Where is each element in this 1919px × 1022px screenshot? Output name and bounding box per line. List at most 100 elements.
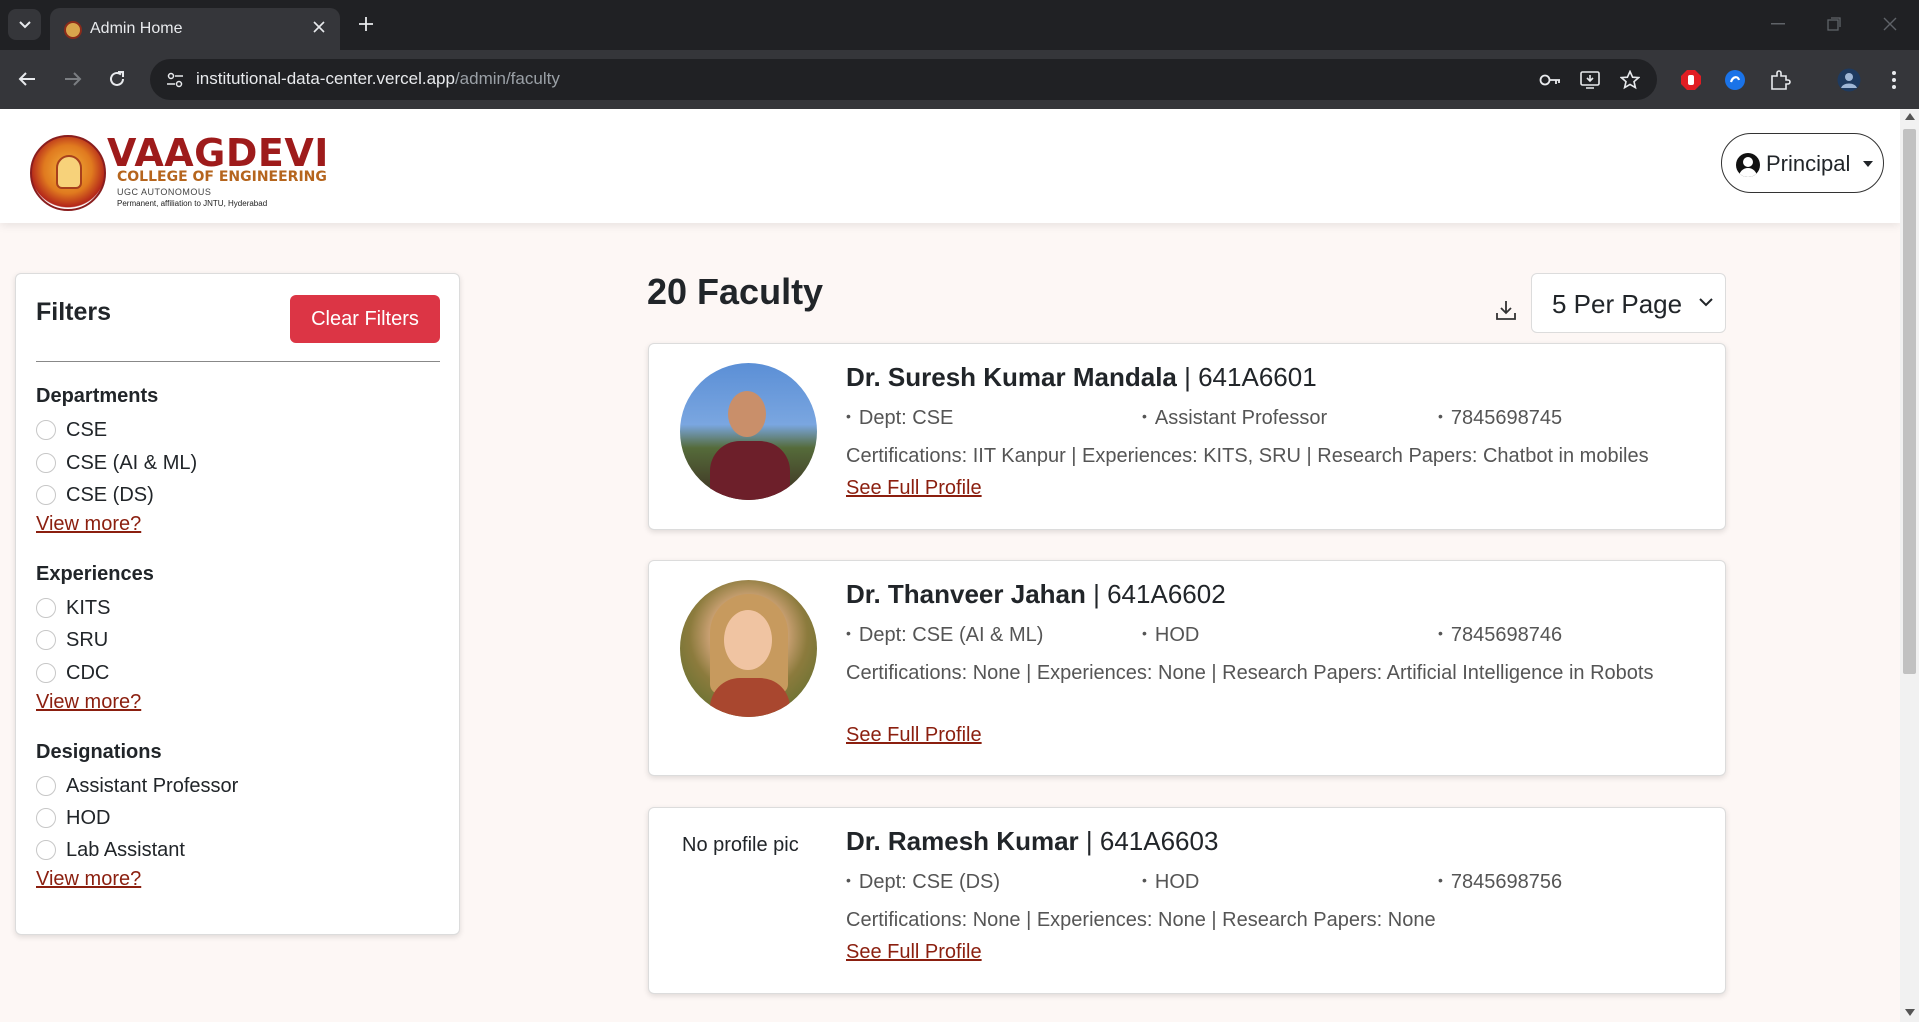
faculty-designation-text: HOD: [1154, 871, 1200, 893]
view-more-experiences-link[interactable]: View more?: [36, 691, 141, 714]
filter-group-title-designations: Designations: [36, 741, 162, 763]
faculty-name-line: Dr. Suresh Kumar Mandala | 641A6601: [846, 362, 1317, 393]
filter-option-assistant-professor[interactable]: Assistant Professor: [36, 773, 238, 799]
radio-button[interactable]: [36, 663, 56, 683]
reload-icon: [110, 71, 124, 86]
arrow-left-icon: [18, 72, 35, 86]
url-path: /admin/faculty: [454, 69, 560, 88]
radio-button[interactable]: [36, 420, 56, 440]
faculty-phone-text: 7845698745: [1450, 407, 1563, 429]
faculty-id: | 641A6601: [1176, 362, 1317, 392]
restore-window-button[interactable]: [1816, 10, 1852, 38]
key-icon: [1539, 74, 1560, 86]
site-favicon-icon: [64, 21, 82, 39]
radio-button[interactable]: [36, 598, 56, 618]
site-info-button[interactable]: [162, 68, 188, 92]
radio-button[interactable]: [36, 808, 56, 828]
install-app-button[interactable]: [1577, 68, 1603, 92]
faculty-id: | 641A6603: [1078, 826, 1219, 856]
filter-option-sru[interactable]: SRU: [36, 627, 108, 653]
puzzle-icon: [1771, 70, 1791, 90]
profile-avatar-button[interactable]: [1835, 66, 1863, 94]
clear-filters-button[interactable]: Clear Filters: [290, 295, 440, 343]
faculty-name: Dr. Suresh Kumar Mandala: [846, 362, 1177, 392]
radio-button[interactable]: [36, 630, 56, 650]
browser-menu-button[interactable]: [1880, 66, 1908, 94]
password-key-button[interactable]: [1537, 68, 1563, 92]
extensions-menu-button[interactable]: [1766, 66, 1794, 94]
tab-close-button[interactable]: [308, 16, 330, 38]
college-emblem-logo[interactable]: [30, 135, 106, 211]
filter-option-label: Lab Assistant: [66, 838, 185, 861]
see-full-profile-link[interactable]: See Full Profile: [846, 941, 982, 964]
url-host: institutional-data-center.vercel.app: [196, 69, 455, 88]
filters-title: Filters: [36, 298, 112, 326]
faculty-card: Dr. Suresh Kumar Mandala | 641A6601 • Dep…: [648, 343, 1726, 530]
filter-option-cse-ai-ml[interactable]: CSE (AI & ML): [36, 450, 197, 476]
radio-button[interactable]: [36, 840, 56, 860]
filter-option-label: HOD: [66, 806, 111, 829]
scroll-up-arrow-icon[interactable]: [1905, 113, 1915, 120]
filter-option-label: CSE (AI & ML): [66, 451, 198, 474]
see-full-profile-link[interactable]: See Full Profile: [846, 477, 982, 500]
extension-shield-button[interactable]: [1721, 66, 1749, 94]
new-tab-button[interactable]: [352, 10, 380, 38]
address-bar[interactable]: institutional-data-center.vercel.app/adm…: [150, 59, 1657, 100]
install-icon: [1580, 71, 1600, 89]
faculty-card: No profile pic Dr. Ramesh Kumar | 641A66…: [648, 807, 1726, 994]
logo-subtitle: COLLEGE OF ENGINEERING: [117, 169, 327, 185]
view-more-designations-link[interactable]: View more?: [36, 868, 141, 891]
download-button[interactable]: [1493, 297, 1519, 323]
filter-option-hod[interactable]: HOD: [36, 805, 110, 831]
user-role-dropdown[interactable]: Principal: [1721, 133, 1884, 193]
star-icon: [1620, 70, 1640, 90]
forward-button[interactable]: [58, 64, 88, 94]
scroll-down-arrow-icon[interactable]: [1905, 1009, 1915, 1016]
logo-affiliation: Permanent, affiliation to JNTU, Hyderaba…: [117, 199, 268, 208]
filter-option-kits[interactable]: KITS: [36, 595, 110, 621]
faculty-id: | 641A6602: [1085, 579, 1226, 609]
filter-option-cdc[interactable]: CDC: [36, 660, 109, 686]
close-window-button[interactable]: [1872, 10, 1908, 38]
reload-button[interactable]: [102, 64, 132, 94]
scrollbar-thumb[interactable]: [1903, 129, 1916, 674]
radio-button[interactable]: [36, 485, 56, 505]
more-vertical-icon: [1892, 71, 1896, 89]
download-icon: [1496, 301, 1516, 320]
faculty-phone-text: 7845698756: [1450, 871, 1563, 893]
extension-adblock-button[interactable]: [1677, 66, 1705, 94]
faculty-photo-alt-text: No profile pic: [682, 834, 799, 856]
faculty-dept: • Dept: CSE: [846, 407, 954, 429]
filter-option-cse-ds[interactable]: CSE (DS): [36, 482, 154, 508]
filter-option-cse[interactable]: CSE: [36, 417, 107, 443]
user-circle-icon: [1736, 153, 1760, 177]
faculty-photo: [680, 363, 817, 500]
browser-tab-strip: Admin Home: [0, 0, 1919, 50]
radio-button[interactable]: [36, 776, 56, 796]
tab-search-button[interactable]: [8, 9, 41, 40]
per-page-select[interactable]: 5 Per Page: [1531, 273, 1726, 333]
radio-button[interactable]: [36, 453, 56, 473]
shield-icon: [1725, 70, 1745, 90]
caret-down-icon: [1863, 161, 1873, 167]
restore-icon: [1827, 17, 1841, 31]
page-viewport: VAAGDEVI COLLEGE OF ENGINEERING UGC AUTO…: [0, 109, 1900, 1022]
page-scrollbar[interactable]: [1900, 109, 1919, 1022]
plus-icon: [359, 17, 373, 31]
minimize-window-button[interactable]: [1760, 10, 1796, 38]
faculty-designation: • HOD: [1142, 871, 1200, 893]
chevron-down-icon: [1699, 298, 1713, 307]
bookmark-star-button[interactable]: [1617, 68, 1643, 92]
browser-tab-active[interactable]: Admin Home: [50, 8, 340, 50]
back-button[interactable]: [12, 64, 42, 94]
see-full-profile-link[interactable]: See Full Profile: [846, 724, 982, 747]
filter-option-label: KITS: [66, 596, 111, 619]
faculty-dept: • Dept: CSE (AI & ML): [846, 624, 1044, 646]
view-more-departments-link[interactable]: View more?: [36, 513, 141, 536]
url-text: institutional-data-center.vercel.app/adm…: [196, 69, 560, 89]
filter-option-label: CSE (DS): [66, 483, 154, 506]
faculty-card: Dr. Thanveer Jahan | 641A6602 • Dept: CSE…: [648, 560, 1726, 776]
faculty-dept-text: Dept: CSE (AI & ML): [858, 624, 1044, 646]
close-icon: [313, 21, 325, 33]
filter-option-lab-assistant[interactable]: Lab Assistant: [36, 837, 185, 863]
